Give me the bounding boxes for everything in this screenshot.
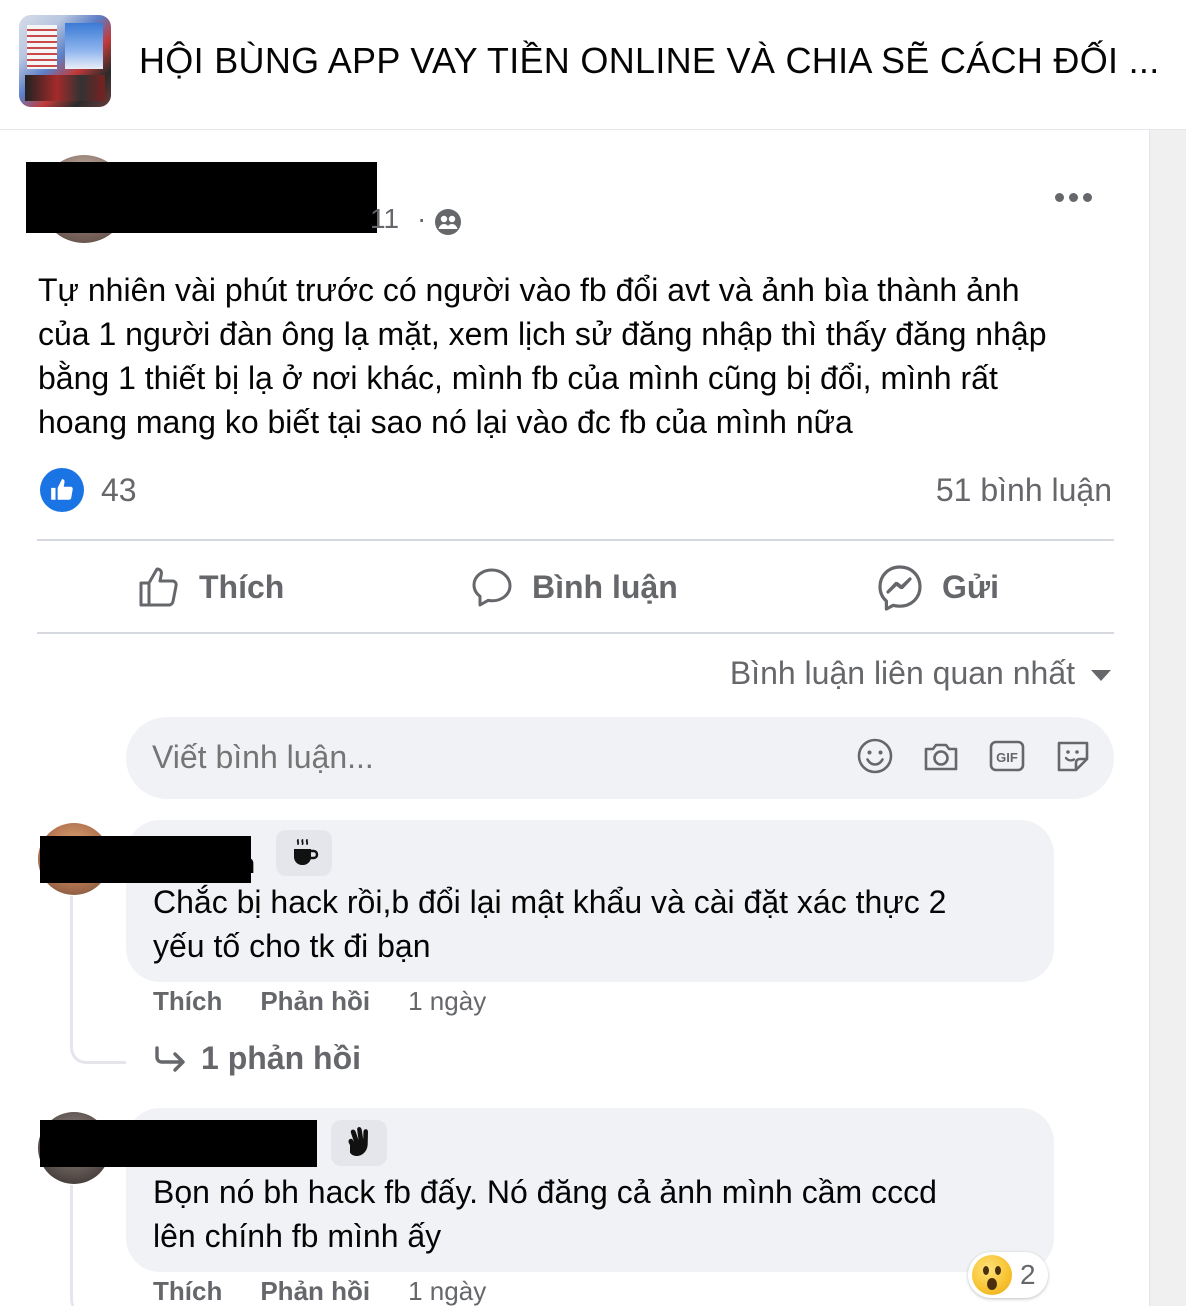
redacted-commenter-name: [40, 1120, 317, 1167]
comment-text-line: Chắc bị hack rồi,b đổi lại mật khẩu và c…: [153, 884, 947, 920]
send-button[interactable]: Gửi: [876, 562, 999, 612]
comment-icon: [472, 568, 512, 607]
comment-actions: Thích Phản hồi 1 ngày: [153, 986, 486, 1017]
comment-like-button[interactable]: Thích: [153, 986, 222, 1017]
like-button-label: Thích: [199, 568, 285, 605]
more-dot-icon: [1054, 192, 1064, 202]
view-replies-link[interactable]: 1 phản hồi: [153, 1040, 361, 1077]
comment-bubble: n Chắc bị hack rồi,b đổi lại mật khẩu và…: [126, 820, 1054, 982]
replies-count: 1 phản hồi: [201, 1040, 361, 1076]
chevron-down-icon: [1091, 670, 1111, 681]
divider: [37, 632, 1114, 634]
like-reaction-icon[interactable]: [40, 468, 84, 512]
emoji-icon[interactable]: [856, 737, 894, 775]
gif-icon[interactable]: GIF: [988, 737, 1026, 775]
more-options-button[interactable]: [1046, 180, 1100, 214]
comment-text: Bọn nó bh hack fb đấy. Nó đăng cả ảnh mì…: [153, 1170, 937, 1258]
send-button-label: Gửi: [942, 568, 999, 605]
comment-text-line: lên chính fb mình ấy: [153, 1218, 442, 1254]
sort-label: Bình luận liên quan nhất: [729, 655, 1075, 691]
messenger-icon: [878, 565, 922, 611]
comment-input[interactable]: [152, 739, 712, 776]
thread-connector: [70, 1185, 126, 1306]
comment-reaction-pill[interactable]: 2: [968, 1252, 1048, 1298]
post-text-line: bằng 1 thiết bị lạ ở nơi khác, mình fb c…: [38, 360, 998, 396]
like-button[interactable]: Thích: [137, 562, 284, 612]
comment-count[interactable]: 51 bình luận: [936, 472, 1112, 509]
thumbs-up-icon: [139, 567, 178, 607]
comment-sort-dropdown[interactable]: Bình luận liên quan nhất: [730, 655, 1111, 692]
redacted-author-name: [26, 162, 377, 233]
comment-reply-button[interactable]: Phản hồi: [260, 986, 370, 1017]
comment-time[interactable]: 1 ngày: [408, 1276, 486, 1306]
comment-time[interactable]: 1 ngày: [408, 986, 486, 1017]
friends-icon: [435, 209, 461, 235]
like-count[interactable]: 43: [101, 472, 137, 509]
comment-text: Chắc bị hack rồi,b đổi lại mật khẩu và c…: [153, 880, 946, 968]
redacted-commenter-name: [40, 836, 251, 883]
like-icon: [51, 479, 73, 500]
comment-button-label: Bình luận: [532, 568, 678, 605]
reply-arrow-icon: [155, 1045, 185, 1072]
comment-composer[interactable]: GIF: [126, 717, 1114, 799]
meta-separator: ·: [417, 203, 427, 234]
post-time[interactable]: 11: [370, 203, 399, 235]
waving-hand-icon: [331, 1120, 387, 1166]
thread-connector: [70, 896, 126, 1064]
comment-text-line: Bọn nó bh hack fb đấy. Nó đăng cả ảnh mì…: [153, 1174, 937, 1210]
comment-like-button[interactable]: Thích: [153, 1276, 222, 1306]
group-thumbnail[interactable]: [19, 15, 111, 107]
group-header: HỘI BÙNG APP VAY TIỀN ONLINE VÀ CHIA SẼ …: [0, 0, 1186, 130]
post-text-line: Tự nhiên vài phút trước có người vào fb …: [38, 272, 1020, 308]
coffee-icon: [276, 830, 332, 876]
post-card: 11 · Tự nhiên vài phút trước có người và…: [0, 130, 1150, 1306]
post-text-line: hoang mang ko biết tại sao nó lại vào đc…: [38, 404, 853, 440]
sticker-icon[interactable]: [1054, 737, 1092, 775]
reaction-count: 2: [1020, 1259, 1036, 1290]
comment-button[interactable]: Bình luận: [470, 562, 678, 612]
comment-reply-button[interactable]: Phản hồi: [260, 1276, 370, 1306]
comment-text-line: yếu tố cho tk đi bạn: [153, 928, 431, 964]
camera-icon[interactable]: [922, 737, 960, 775]
svg-text:GIF: GIF: [996, 750, 1018, 765]
wow-icon: [972, 1255, 1012, 1295]
post-text-line: của 1 người đàn ông lạ mặt, xem lịch sử …: [38, 316, 1047, 352]
divider: [37, 539, 1114, 541]
comment-actions: Thích Phản hồi 1 ngày: [153, 1276, 486, 1306]
post-text: Tự nhiên vài phút trước có người vào fb …: [38, 268, 1123, 444]
group-title[interactable]: HỘI BÙNG APP VAY TIỀN ONLINE VÀ CHIA SẼ …: [139, 40, 1160, 82]
